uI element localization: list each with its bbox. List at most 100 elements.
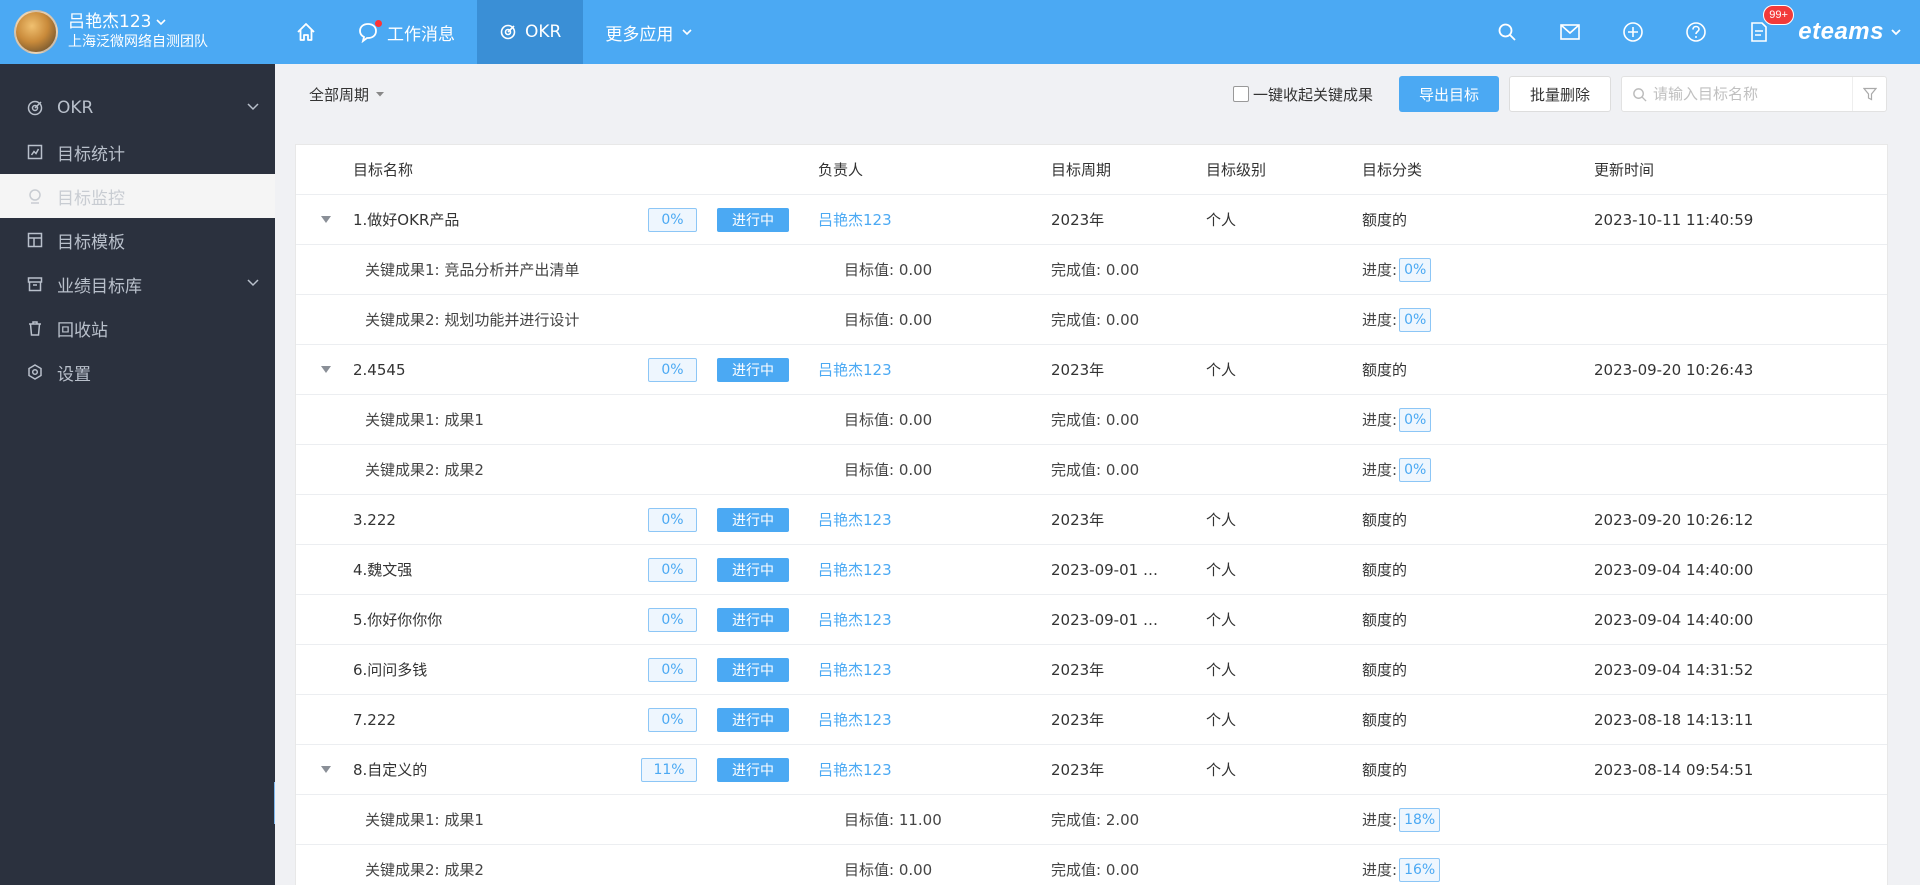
kr-name[interactable]: 关键成果2: 规划功能并进行设计 xyxy=(365,309,579,330)
goal-name[interactable]: 5.你好你你你 xyxy=(353,609,442,630)
owner-link[interactable]: 吕艳杰123 xyxy=(818,559,892,580)
sidebar-item-okr[interactable]: OKR xyxy=(0,86,275,130)
key-result-row[interactable]: 关键成果1: 成果1 目标值: 11.00 完成值: 2.00 进度: 18% xyxy=(296,795,1887,845)
goal-table: 目标名称 负责人 目标周期 目标级别 目标分类 更新时间 1.做好OKR产品 0… xyxy=(295,144,1888,885)
filter-button[interactable] xyxy=(1852,77,1886,111)
chart-icon xyxy=(25,142,45,162)
goal-updated-time: 2023-09-04 14:40:00 xyxy=(1594,610,1754,629)
sidebar-item-label: 目标统计 xyxy=(57,144,125,165)
collapse-caret-icon[interactable] xyxy=(321,366,331,373)
mail-button[interactable] xyxy=(1538,22,1601,42)
owner-link[interactable]: 吕艳杰123 xyxy=(818,659,892,680)
search-input[interactable] xyxy=(1653,85,1843,103)
kr-progress-label: 进度: xyxy=(1362,261,1398,279)
goal-name[interactable]: 7.222 xyxy=(353,711,396,729)
add-button[interactable] xyxy=(1601,21,1664,43)
key-result-row[interactable]: 关键成果2: 规划功能并进行设计 目标值: 0.00 完成值: 0.00 进度:… xyxy=(296,295,1887,345)
status-badge: 进行中 xyxy=(717,207,789,232)
collapse-kr-toggle[interactable]: 一键收起关键成果 xyxy=(1232,84,1373,105)
key-result-row[interactable]: 关键成果2: 成果2 目标值: 0.00 完成值: 0.00 进度: 16% xyxy=(296,845,1887,885)
chevron-down-icon[interactable] xyxy=(155,16,167,28)
period-filter[interactable]: 全部周期 xyxy=(309,84,385,105)
nav-label: 工作消息 xyxy=(387,24,455,45)
table-row[interactable]: 3.222 0% 进行中 吕艳杰123 2023年 个人 额度的 2023-09… xyxy=(296,495,1887,545)
kr-progress-badge: 0% xyxy=(1399,307,1432,332)
batch-delete-button[interactable]: 批量删除 xyxy=(1508,76,1611,112)
sidebar-item-performance-library[interactable]: 业绩目标库 xyxy=(0,262,275,306)
sidebar-item-label: 设置 xyxy=(57,364,91,385)
sidebar-item-label: OKR xyxy=(57,98,94,118)
kr-progress-label: 进度: xyxy=(1362,461,1398,479)
goal-name[interactable]: 1.做好OKR产品 xyxy=(353,209,459,230)
goal-name[interactable]: 3.222 xyxy=(353,511,396,529)
help-button[interactable] xyxy=(1664,21,1727,43)
sidebar-item-label: 回收站 xyxy=(57,320,108,341)
table-row[interactable]: 8.自定义的 11% 进行中 吕艳杰123 2023年 个人 额度的 2023-… xyxy=(296,745,1887,795)
goal-name[interactable]: 2.4545 xyxy=(353,361,406,379)
export-goals-button[interactable]: 导出目标 xyxy=(1398,76,1499,112)
kr-name[interactable]: 关键成果2: 成果2 xyxy=(365,459,484,480)
search-button[interactable] xyxy=(1475,22,1538,42)
key-result-row[interactable]: 关键成果2: 成果2 目标值: 0.00 完成值: 0.00 进度: 0% xyxy=(296,445,1887,495)
collapse-caret-icon[interactable] xyxy=(321,216,331,223)
owner-link[interactable]: 吕艳杰123 xyxy=(818,509,892,530)
table-row[interactable]: 1.做好OKR产品 0% 进行中 吕艳杰123 2023年 个人 额度的 202… xyxy=(296,195,1887,245)
key-result-row[interactable]: 关键成果1: 竞品分析并产出清单 目标值: 0.00 完成值: 0.00 进度:… xyxy=(296,245,1887,295)
table-row[interactable]: 7.222 0% 进行中 吕艳杰123 2023年 个人 额度的 2023-08… xyxy=(296,695,1887,745)
monitor-icon xyxy=(25,186,45,206)
archive-icon xyxy=(25,274,45,294)
goal-name[interactable]: 6.问问多钱 xyxy=(353,659,427,680)
table-row[interactable]: 5.你好你你你 0% 进行中 吕艳杰123 2023-09-01 ~ 2... … xyxy=(296,595,1887,645)
table-row[interactable]: 2.4545 0% 进行中 吕艳杰123 2023年 个人 额度的 2023-0… xyxy=(296,345,1887,395)
owner-link[interactable]: 吕艳杰123 xyxy=(818,759,892,780)
nav-home[interactable] xyxy=(275,0,335,64)
user-profile[interactable]: 吕艳杰123 上海泛微网络自测团队 xyxy=(0,0,275,64)
kr-name[interactable]: 关键成果1: 竞品分析并产出清单 xyxy=(365,259,579,280)
progress-badge: 11% xyxy=(641,757,697,782)
kr-name[interactable]: 关键成果1: 成果1 xyxy=(365,409,484,430)
kr-done-value: 完成值: 0.00 xyxy=(1051,411,1140,429)
owner-link[interactable]: 吕艳杰123 xyxy=(818,209,892,230)
goal-updated-time: 2023-09-04 14:40:00 xyxy=(1594,560,1754,579)
mail-icon xyxy=(1559,24,1580,40)
goal-period: 2023年 xyxy=(1051,211,1105,229)
nav-okr[interactable]: OKR xyxy=(477,0,584,64)
eteams-logo[interactable]: eteams xyxy=(1798,18,1902,46)
table-row[interactable]: 6.问问多钱 0% 进行中 吕艳杰123 2023年 个人 额度的 2023-0… xyxy=(296,645,1887,695)
sidebar-item-goal-stats[interactable]: 目标统计 xyxy=(0,130,275,174)
progress-badge: 0% xyxy=(648,657,697,682)
goal-name[interactable]: 8.自定义的 xyxy=(353,759,427,780)
caret-down-icon xyxy=(376,92,385,97)
nav-more-apps[interactable]: 更多应用 xyxy=(583,0,715,64)
owner-link[interactable]: 吕艳杰123 xyxy=(818,709,892,730)
kr-progress-badge: 0% xyxy=(1399,407,1432,432)
kr-target-value: 目标值: 0.00 xyxy=(844,461,933,479)
column-header-period: 目标周期 xyxy=(1051,161,1112,179)
goal-name[interactable]: 4.魏文强 xyxy=(353,559,412,580)
goal-updated-time: 2023-08-18 14:13:11 xyxy=(1594,710,1754,729)
logo-text: eteams xyxy=(1798,18,1884,45)
kr-progress-label: 进度: xyxy=(1362,811,1398,829)
column-header-owner: 负责人 xyxy=(818,161,864,179)
sidebar-item-goal-templates[interactable]: 目标模板 xyxy=(0,218,275,262)
sidebar-item-recycle-bin[interactable]: 回收站 xyxy=(0,306,275,350)
collapse-kr-checkbox[interactable] xyxy=(1232,86,1249,102)
nav-work-messages[interactable]: 工作消息 xyxy=(335,0,477,64)
table-row[interactable]: 4.魏文强 0% 进行中 吕艳杰123 2023-09-01 ~ 2... 个人… xyxy=(296,545,1887,595)
search-icon xyxy=(1633,87,1647,102)
filter-icon xyxy=(1862,87,1877,101)
avatar[interactable] xyxy=(14,10,58,54)
kr-name[interactable]: 关键成果1: 成果1 xyxy=(365,809,484,830)
collapse-caret-icon[interactable] xyxy=(321,766,331,773)
column-header-name: 目标名称 xyxy=(353,161,414,179)
owner-link[interactable]: 吕艳杰123 xyxy=(818,359,892,380)
sidebar: OKR 目标统计 目标监控 目标模板 业绩目标库 回收站 设置 xyxy=(0,64,275,885)
sidebar-item-goal-monitor[interactable]: 目标监控 xyxy=(0,174,275,218)
key-result-row[interactable]: 关键成果1: 成果1 目标值: 0.00 完成值: 0.00 进度: 0% xyxy=(296,395,1887,445)
kr-name[interactable]: 关键成果2: 成果2 xyxy=(365,859,484,880)
notifications-button[interactable]: 99+ xyxy=(1727,5,1794,43)
chevron-down-icon xyxy=(247,103,259,111)
sidebar-item-settings[interactable]: 设置 xyxy=(0,350,275,394)
owner-link[interactable]: 吕艳杰123 xyxy=(818,609,892,630)
kr-progress-badge: 16% xyxy=(1399,857,1441,882)
